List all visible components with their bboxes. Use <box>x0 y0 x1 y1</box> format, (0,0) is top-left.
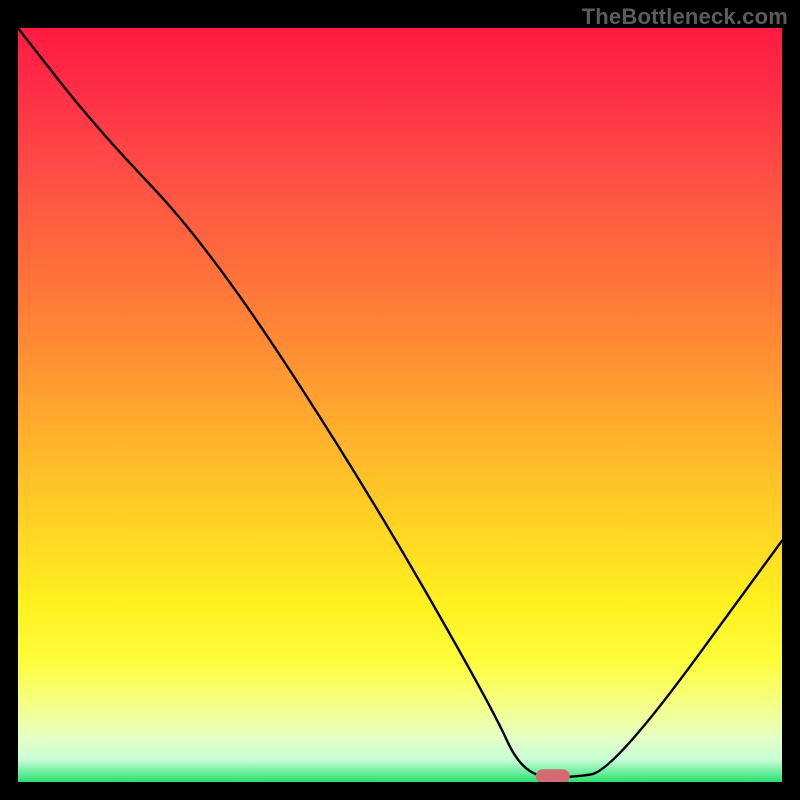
plot-area <box>18 28 782 782</box>
curve-path <box>18 28 782 777</box>
optimum-marker <box>536 769 570 782</box>
chart-frame: TheBottleneck.com <box>0 0 800 800</box>
bottleneck-curve <box>18 28 782 782</box>
watermark-text: TheBottleneck.com <box>582 4 788 30</box>
